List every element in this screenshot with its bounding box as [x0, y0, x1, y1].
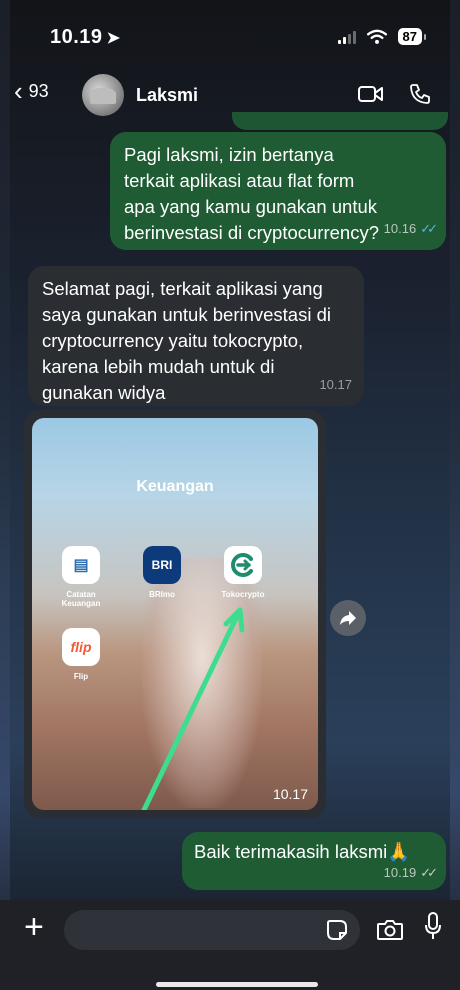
- message-text: Baik terimakasih laksmi🙏: [194, 841, 411, 862]
- location-arrow-icon: ➤: [106, 30, 121, 47]
- message-text: Selamat pagi, terkait aplikasi yang saya…: [42, 278, 331, 403]
- phone-call-icon[interactable]: [408, 82, 432, 106]
- message-text: Pagi laksmi, izin bertanya terkait aplik…: [124, 144, 379, 243]
- mic-icon[interactable]: [424, 912, 442, 942]
- shared-screenshot-image[interactable]: Keuangan ▤ Catatan Keuangan BRI BRImo To…: [32, 418, 318, 810]
- camera-icon[interactable]: [376, 918, 404, 942]
- message-time: 10.16: [383, 221, 417, 236]
- message-time: 10.17: [319, 377, 352, 392]
- back-chevron-icon: ‹: [14, 76, 23, 106]
- signal-icon: [337, 30, 356, 44]
- home-indicator[interactable]: [156, 982, 318, 987]
- annotation-arrow-icon: [141, 607, 245, 810]
- message-input[interactable]: [64, 910, 360, 950]
- contact-name[interactable]: Laksmi: [136, 85, 198, 106]
- unread-count: 93: [28, 80, 49, 101]
- status-time-text: 10.19: [50, 26, 103, 48]
- battery-icon: 87: [397, 28, 427, 45]
- forward-button[interactable]: [330, 600, 366, 636]
- message-outgoing[interactable]: Baik terimakasih laksmi🙏 10.19 ✓✓: [182, 832, 446, 890]
- message-time: 10.17: [272, 786, 308, 802]
- forward-icon: [340, 611, 356, 625]
- status-time: 10.19 ➤: [50, 26, 120, 49]
- avatar[interactable]: [82, 74, 124, 116]
- back-button[interactable]: ‹ 93: [14, 76, 49, 106]
- read-receipt-icon: ✓✓: [420, 221, 438, 236]
- composer-bar: +: [0, 900, 460, 990]
- message-time: 10.19: [383, 865, 417, 880]
- message-outgoing[interactable]: Pagi laksmi, izin bertanya terkait aplik…: [110, 132, 446, 250]
- plus-icon[interactable]: +: [24, 908, 44, 947]
- status-icons: 87: [337, 28, 427, 45]
- message-meta: 10.19 ✓✓: [383, 860, 438, 886]
- wifi-icon: [366, 29, 387, 44]
- message-meta: 10.17: [319, 372, 352, 398]
- status-bar: 10.19 ➤ 87: [0, 26, 460, 56]
- image-message[interactable]: Keuangan ▤ Catatan Keuangan BRI BRImo To…: [24, 410, 326, 818]
- message-incoming[interactable]: Selamat pagi, terkait aplikasi yang saya…: [28, 266, 364, 406]
- sticker-icon[interactable]: [326, 919, 348, 941]
- message-meta: 10.16 ✓✓: [383, 216, 438, 242]
- video-call-icon[interactable]: [358, 85, 384, 103]
- previous-message-peek: [232, 112, 448, 130]
- delivered-receipt-icon: ✓✓: [420, 865, 438, 880]
